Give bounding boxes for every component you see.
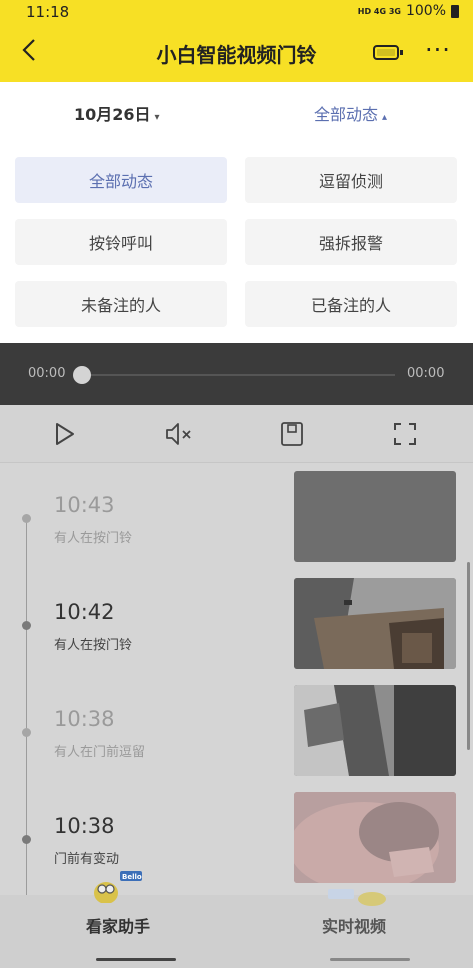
network-indicators: HD 4G 3G <box>357 6 401 16</box>
caret-down-icon: ▾ <box>154 112 160 123</box>
tab-home-assistant[interactable]: 看家助手 <box>0 913 236 937</box>
decoration-icon <box>328 889 386 906</box>
category-filter[interactable]: 全部动态 ▴ <box>314 101 387 125</box>
save-icon[interactable] <box>279 421 305 447</box>
total-time: 00:00 <box>407 366 445 381</box>
fullscreen-icon[interactable] <box>392 421 418 447</box>
chip-unnamed-person[interactable]: 未备注的人 <box>15 281 227 327</box>
event-description: 有人在按门铃 <box>54 531 133 546</box>
tab-indicator <box>330 958 410 961</box>
timeline-dot <box>22 835 31 844</box>
list-item[interactable]: 10:38 有人在门前逗留 <box>0 677 473 784</box>
battery-level: 100% <box>405 3 446 19</box>
video-player-bar: 00:00 00:00 <box>0 343 473 405</box>
category-label: 全部动态 <box>314 105 379 124</box>
playback-controls <box>0 405 473 463</box>
progress-knob[interactable] <box>73 366 91 384</box>
event-time: 10:42 <box>54 600 115 624</box>
mascot-label: Bello <box>122 873 142 881</box>
battery-icon[interactable] <box>373 45 403 60</box>
tab-indicator <box>96 958 176 961</box>
progress-track[interactable] <box>83 374 395 376</box>
play-icon[interactable] <box>52 421 78 447</box>
list-item[interactable]: 10:38 门前有变动 <box>0 784 473 891</box>
timeline-dot <box>22 621 31 630</box>
chip-all-events[interactable]: 全部动态 <box>15 157 227 203</box>
chip-doorbell-ring[interactable]: 按铃呼叫 <box>15 219 227 265</box>
more-dots-icon[interactable]: ··· <box>425 36 451 64</box>
filter-bar: 10月26日 ▾ 全部动态 ▴ <box>0 82 473 140</box>
category-chip-panel: 全部动态 逗留侦测 按铃呼叫 强拆报警 未备注的人 已备注的人 <box>0 140 473 343</box>
status-indicators: HD 4G 3G 100% <box>358 3 459 19</box>
event-thumbnail[interactable] <box>294 792 456 883</box>
timeline-dot <box>22 728 31 737</box>
mute-icon[interactable] <box>164 421 194 447</box>
event-thumbnail[interactable] <box>294 685 456 776</box>
event-time: 10:38 <box>54 707 115 731</box>
date-label: 10月26日 <box>74 105 151 124</box>
event-time: 10:43 <box>54 493 115 517</box>
bottom-navigation: Bello 看家助手 实时视频 <box>0 871 473 968</box>
list-item[interactable]: 10:43 有人在按门铃 <box>0 463 473 570</box>
event-description: 有人在门前逗留 <box>54 745 146 760</box>
scrollbar[interactable] <box>467 562 470 750</box>
event-timeline: 10:43 有人在按门铃 10:42 有人在按门铃 10:38 有人在门前逗留 <box>0 463 473 895</box>
battery-icon <box>451 4 459 18</box>
event-description: 门前有变动 <box>54 852 120 867</box>
chip-tamper-alarm[interactable]: 强拆报警 <box>245 219 457 265</box>
tab-live-video[interactable]: 实时视频 <box>236 913 472 937</box>
list-item[interactable]: 10:42 有人在按门铃 <box>0 570 473 677</box>
status-bar: 11:18 HD 4G 3G 100% <box>0 0 473 26</box>
caret-up-icon: ▴ <box>382 112 388 123</box>
event-time: 10:38 <box>54 814 115 838</box>
event-thumbnail[interactable] <box>294 578 456 669</box>
timeline-dot <box>22 514 31 523</box>
chip-named-person[interactable]: 已备注的人 <box>245 281 457 327</box>
title-bar: 小白智能视频门铃 ··· <box>0 26 473 82</box>
event-description: 有人在按门铃 <box>54 638 133 653</box>
event-thumbnail[interactable] <box>294 471 456 562</box>
current-time: 00:00 <box>28 366 66 381</box>
chip-loitering[interactable]: 逗留侦测 <box>245 157 457 203</box>
date-filter[interactable]: 10月26日 ▾ <box>74 101 160 125</box>
status-time: 11:18 <box>26 3 70 21</box>
